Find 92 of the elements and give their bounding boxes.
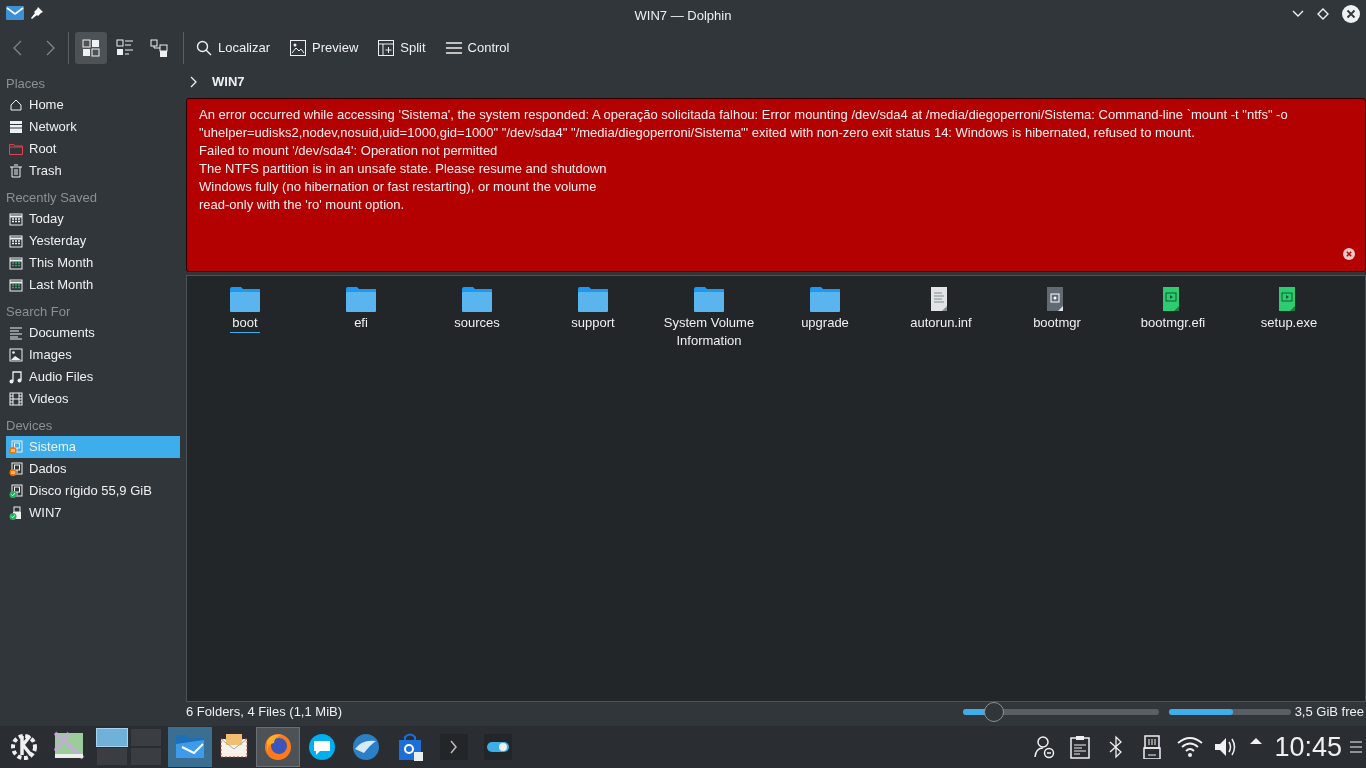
month-icon xyxy=(9,278,23,292)
month-icon xyxy=(9,256,23,270)
videos-icon xyxy=(9,392,23,406)
error-text: Failed to mount '/dev/sda4': Operation not permitted xyxy=(199,142,499,160)
close-icon[interactable] xyxy=(1342,5,1360,23)
back-icon xyxy=(12,40,22,56)
breadcrumb-item[interactable]: WIN7 xyxy=(212,72,245,92)
clock-time[interactable]: 10:45 xyxy=(1274,726,1342,768)
chat-icon xyxy=(306,731,338,763)
menu-icon[interactable] xyxy=(1350,741,1362,753)
search-icon xyxy=(196,40,212,56)
maximize-icon[interactable] xyxy=(1317,8,1329,20)
error-text: An error occurred while accessing 'Sistema', the system responded: A operação solicitada falhou: Error mounting /dev/sda4 at /media/diegoperroni/Sistema: Command-line `mount -t "ntfs" -o "uhelper=udisks2,nodev,nosuid,uid=1000,gid=1000" "/dev/sda4" "/media/diegoperroni/Sistema"' exited with non-zero exit status 14: Windows is hibernated, refused to mount. xyxy=(199,106,1289,142)
icon-view-button[interactable] xyxy=(75,32,107,64)
drive-icon xyxy=(9,440,23,454)
sidebar-item[interactable]: Home xyxy=(6,94,180,116)
sidebar-item[interactable]: Trash xyxy=(6,160,180,182)
slider-handle[interactable] xyxy=(984,702,1004,722)
folder-icon[interactable] xyxy=(577,286,609,312)
sidebar-item[interactable]: This Month xyxy=(6,252,180,274)
file-name[interactable]: setup.exe xyxy=(1258,314,1320,332)
sidebar-item[interactable]: Today xyxy=(6,208,180,230)
desktop-thumbnail[interactable] xyxy=(96,747,128,766)
search-button[interactable]: Localizar xyxy=(190,32,277,64)
root-icon xyxy=(9,142,23,156)
file-name[interactable]: support xyxy=(569,314,617,332)
drive-icon xyxy=(9,462,23,476)
file-name[interactable]: upgrade xyxy=(799,314,851,332)
sidebar-item[interactable]: Documents xyxy=(6,322,180,344)
image-icon xyxy=(290,40,307,56)
compact-view-icon xyxy=(116,39,134,57)
audio-icon xyxy=(9,370,23,384)
documents-icon xyxy=(9,326,23,340)
file-name[interactable]: sources xyxy=(452,314,502,332)
section-heading: Search For xyxy=(5,303,72,321)
window-title: WIN7 — Dolphin xyxy=(633,7,733,25)
usb-icon xyxy=(9,506,23,520)
section-heading: Recently Saved xyxy=(5,189,99,207)
menu-button[interactable]: Control xyxy=(439,32,516,64)
file-name[interactable]: efi xyxy=(352,314,370,332)
error-text: Windows fully (no hibernation or fast restarting), or mount the volume xyxy=(199,178,598,196)
sidebar-item[interactable]: Root xyxy=(6,138,180,160)
pin-icon[interactable] xyxy=(30,7,43,19)
toggle-icon xyxy=(482,731,514,763)
desktop-pager[interactable] xyxy=(96,728,164,766)
sidebar-item[interactable]: WIN7 xyxy=(6,502,180,524)
drive-icon xyxy=(9,484,23,498)
sidebar-item[interactable]: Last Month xyxy=(6,274,180,296)
images-icon xyxy=(9,348,23,362)
terminal-icon xyxy=(438,731,470,763)
status-summary: 6 Folders, 4 Files (1,1 MiB) xyxy=(186,703,343,722)
section-heading: Devices xyxy=(5,417,54,435)
image-button[interactable]: Preview xyxy=(284,32,365,64)
folder-icon[interactable] xyxy=(809,286,841,312)
folder-icon[interactable] xyxy=(229,286,261,312)
home-icon xyxy=(9,98,23,112)
file-name[interactable]: autorun.inf xyxy=(908,314,974,332)
wifi-icon[interactable] xyxy=(1177,735,1204,759)
close-icon[interactable] xyxy=(1343,248,1355,260)
sidebar-item[interactable]: Videos xyxy=(6,388,180,410)
mail-icon xyxy=(6,5,24,21)
network-icon xyxy=(9,120,23,134)
sidebar-item[interactable]: Disco rígido 55,9 GiB xyxy=(6,480,180,502)
minimize-icon[interactable] xyxy=(1292,10,1304,18)
file-name[interactable]: bootmgr.efi xyxy=(1138,314,1208,332)
sidebar-item[interactable]: Audio Files xyxy=(6,366,180,388)
day-icon xyxy=(9,234,23,248)
sidebar-item[interactable]: Network xyxy=(6,116,180,138)
file-name[interactable]: System Volume Information xyxy=(651,314,767,350)
error-text: read-only with the 'ro' mount option. xyxy=(199,196,406,214)
sidebar-item[interactable]: Images xyxy=(6,344,180,366)
forward-icon xyxy=(46,40,56,56)
bird-icon xyxy=(350,731,382,763)
menu-icon xyxy=(445,40,462,56)
folder-icon[interactable] xyxy=(461,286,493,312)
chevron-icon xyxy=(190,76,198,88)
error-text: The NTFS partition is in an unsafe state. Please resume and shutdown xyxy=(199,160,608,178)
sidebar-item[interactable]: Yesterday xyxy=(6,230,180,252)
folder-icon[interactable] xyxy=(693,286,725,312)
globe-icon xyxy=(262,731,294,763)
free-space-text: 3,5 GiB free xyxy=(1294,703,1364,722)
tree-view-icon xyxy=(150,39,168,57)
sidebar-item[interactable]: Dados xyxy=(6,458,180,480)
split-icon xyxy=(378,40,395,56)
file-name[interactable]: boot xyxy=(230,314,260,333)
file-name[interactable]: bootmgr xyxy=(1031,314,1083,332)
icon-view-icon xyxy=(82,39,100,57)
split-button[interactable]: Split xyxy=(372,32,432,64)
section-heading: Places xyxy=(5,75,47,93)
trash-icon xyxy=(9,164,23,178)
folder-icon[interactable] xyxy=(345,286,377,312)
day-icon xyxy=(9,212,23,226)
